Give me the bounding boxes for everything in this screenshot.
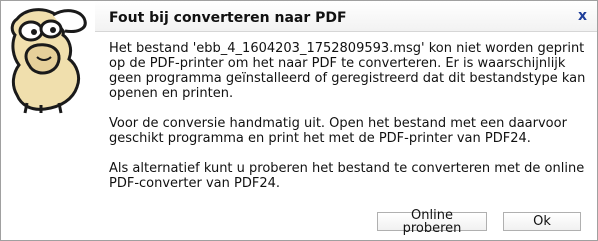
error-dialog: Fout bij converteren naar PDF x Het best…	[0, 0, 598, 241]
pdf24-sheep-logo-icon	[10, 8, 87, 114]
ok-button[interactable]: Ok	[503, 212, 581, 231]
dialog-title: Fout bij converteren naar PDF	[109, 10, 347, 26]
close-icon[interactable]: x	[578, 9, 587, 23]
online-proberen-button[interactable]: Online proberen	[377, 209, 487, 235]
button-row: Online proberen Ok	[377, 209, 581, 235]
message-paragraph-3: Als alternatief kunt u proberen het best…	[109, 161, 585, 191]
message-paragraph-2: Voor de conversie handmatig uit. Open he…	[109, 116, 567, 146]
dialog-header: Fout bij converteren naar PDF x	[95, 1, 597, 32]
message-body: Het bestand 'ebb_4_1604203_1752809593.ms…	[109, 41, 591, 206]
logo-panel	[1, 1, 95, 121]
message-paragraph-1: Het bestand 'ebb_4_1604203_1752809593.ms…	[109, 41, 586, 101]
